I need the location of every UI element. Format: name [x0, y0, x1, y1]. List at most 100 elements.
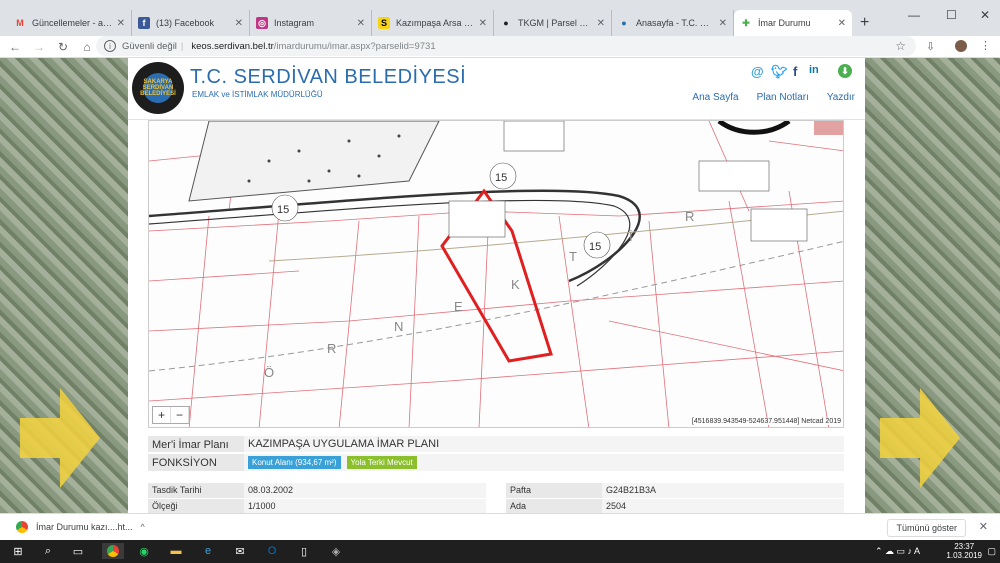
windows-start-icon[interactable]: ⊞	[10, 543, 26, 559]
site-header: SAKARYA SERDİVAN BELEDİYESİ T.C. SERDİVA…	[128, 58, 865, 120]
area-letter: İ	[629, 229, 633, 244]
twitter-icon[interactable]: 🐦︎	[771, 64, 788, 80]
facebook-icon[interactable]: f	[793, 64, 797, 79]
linkedin-icon[interactable]: in	[809, 64, 819, 76]
chrome-icon	[16, 521, 28, 533]
detail-label: Ada	[506, 499, 602, 513]
zoning-table	[503, 121, 565, 152]
clock[interactable]: 23:37 1.03.2019	[946, 542, 982, 560]
municipality-logo[interactable]: SAKARYA SERDİVAN BELEDİYESİ	[132, 62, 184, 114]
edge-icon[interactable]: e	[200, 543, 216, 559]
tab-imar-durumu[interactable]: ✚ İmar Durumu ✕	[734, 10, 852, 36]
area-letter: E	[454, 299, 463, 314]
show-all-button[interactable]: Tümünü göster	[887, 519, 966, 537]
zoom-in-button[interactable]: +	[153, 407, 171, 423]
plan-label: Mer'i İmar Planı	[148, 436, 244, 452]
detail-row: Ada 2504	[506, 499, 844, 513]
avatar[interactable]	[955, 40, 967, 52]
download-bar: İmar Durumu kazı....ht... ^ Tümünü göste…	[0, 513, 1000, 540]
instagram-icon: ◎	[256, 17, 268, 29]
tab-title: İmar Durumu	[758, 18, 811, 28]
detail-label: Ölçeği	[148, 499, 244, 513]
building	[814, 121, 843, 135]
system-tray-icons[interactable]: ⌃ ☁ ▭ ♪ A	[875, 546, 920, 557]
road-label: 15	[277, 204, 289, 216]
detail-value: 2504	[602, 499, 844, 513]
tab-serdivan[interactable]: ● Anasayfa - T.C. Serdiv ✕	[612, 10, 734, 36]
cadastral-map[interactable]: 15 15 15 Ö R N E K T İ R + − [4516839.94…	[148, 120, 844, 428]
back-icon[interactable]: ←	[6, 40, 24, 54]
close-tab-icon[interactable]: ✕	[838, 18, 846, 29]
close-tab-icon[interactable]: ✕	[597, 18, 605, 29]
zoom-out-button[interactable]: −	[171, 407, 189, 423]
forward-icon[interactable]: →	[30, 40, 48, 54]
area-letter: N	[394, 319, 403, 334]
download-item[interactable]: İmar Durumu kazı....ht... ^	[16, 521, 145, 533]
tab-gmail[interactable]: M Güncellemeler - alidu ✕	[8, 10, 132, 36]
close-window-icon[interactable]: ✕	[980, 8, 990, 22]
nav-plan-notes-link[interactable]: Plan Notları	[757, 92, 809, 103]
tab-strip: M Güncellemeler - alidu ✕ f (13) Faceboo…	[0, 0, 1000, 36]
detail-value: G24B21B3A	[602, 483, 844, 498]
file-explorer-icon[interactable]: ▬	[168, 543, 184, 559]
home-icon[interactable]: ⌂	[78, 40, 96, 54]
address-bar[interactable]: i Güvenli değil | keos.serdivan.bel.tr/i…	[96, 36, 916, 56]
close-tab-icon[interactable]: ✕	[479, 18, 487, 29]
zoning-table	[448, 200, 506, 238]
extension-icon[interactable]: ⇩	[926, 40, 935, 53]
mail-icon[interactable]: ✉	[232, 543, 248, 559]
tab-title: Anasayfa - T.C. Serdiv	[636, 18, 715, 28]
logo-text: SAKARYA SERDİVAN BELEDİYESİ	[140, 79, 176, 97]
maximize-icon[interactable]: ☐	[946, 8, 957, 22]
app-icon[interactable]: ◈	[328, 543, 344, 559]
browser-toolbar: ← → ↻ ⌂ i Güvenli değil | keos.serdivan.…	[0, 36, 1000, 58]
bookmark-star-icon[interactable]: ☆	[895, 39, 906, 53]
search-icon[interactable]: ⌕	[40, 543, 56, 559]
download-filename: İmar Durumu kazı....ht...	[36, 522, 133, 532]
document-icon[interactable]: ▯	[296, 543, 312, 559]
map-coordinates: [4516839.943549-524637.951448] Netcad 20…	[691, 418, 841, 425]
main-content: SAKARYA SERDİVAN BELEDİYESİ T.C. SERDİVA…	[128, 58, 865, 513]
close-download-bar-icon[interactable]: ✕	[979, 520, 988, 533]
task-view-icon[interactable]: ▭	[70, 543, 86, 559]
info-icon[interactable]: i	[104, 40, 116, 52]
nav-print-link[interactable]: Yazdır	[827, 92, 855, 103]
close-tab-icon[interactable]: ✕	[357, 18, 365, 29]
area-letter: R	[685, 209, 694, 224]
menu-icon[interactable]: ⋮	[980, 39, 991, 52]
close-tab-icon[interactable]: ✕	[117, 18, 125, 29]
tab-title: Kazımpaşa Arsa İlanları	[396, 18, 475, 28]
close-tab-icon[interactable]: ✕	[235, 18, 243, 29]
new-tab-button[interactable]: +	[860, 14, 869, 32]
taskbar: ⊞ ⌕ ▭ ◉ ▬ e ✉ O ▯ ◈ ⌃ ☁ ▭ ♪ A 23:37 1.03…	[0, 540, 1000, 563]
road-label: 15	[589, 241, 601, 253]
whatsapp-icon[interactable]: ◉	[136, 543, 152, 559]
tab-sahibinden[interactable]: S Kazımpaşa Arsa İlanları ✕	[372, 10, 494, 36]
email-icon[interactable]: @	[751, 64, 764, 79]
zoom-control: + −	[152, 406, 190, 424]
header-nav: Ana Sayfa Plan Notları Yazdır	[692, 92, 855, 103]
function-badge[interactable]: Konut Alanı (934,67 m²)	[248, 456, 341, 469]
area-letter: Ö	[264, 365, 274, 380]
nav-home-link[interactable]: Ana Sayfa	[692, 92, 738, 103]
tab-instagram[interactable]: ◎ Instagram ✕	[250, 10, 372, 36]
download-icon[interactable]: ⬇	[838, 64, 852, 78]
notification-icon[interactable]: ▢	[987, 546, 996, 557]
plan-row: Mer'i İmar Planı KAZIMPAŞA UYGULAMA İMAR…	[148, 436, 844, 453]
security-label: Güvenli değil	[122, 40, 177, 52]
outlook-icon[interactable]: O	[264, 543, 280, 559]
road-label: 15	[495, 172, 507, 184]
area-letter: R	[327, 341, 336, 356]
gmail-icon: M	[16, 18, 24, 28]
function-badge[interactable]: Yola Terki Mevcut	[346, 456, 417, 469]
close-tab-icon[interactable]: ✕	[719, 18, 727, 29]
chevron-up-icon[interactable]: ^	[141, 522, 145, 532]
map-canvas[interactable]: 15 15 15 Ö R N E K T İ R	[149, 121, 844, 428]
clock-date: 1.03.2019	[946, 551, 982, 560]
chrome-taskbar-icon[interactable]	[102, 543, 124, 559]
facebook-icon: f	[138, 17, 150, 29]
tab-facebook[interactable]: f (13) Facebook ✕	[132, 10, 250, 36]
reload-icon[interactable]: ↻	[54, 40, 72, 54]
tab-tkgm[interactable]: ● TKGM | Parsel Sorgula ✕	[494, 10, 612, 36]
minimize-icon[interactable]: —	[908, 8, 920, 22]
